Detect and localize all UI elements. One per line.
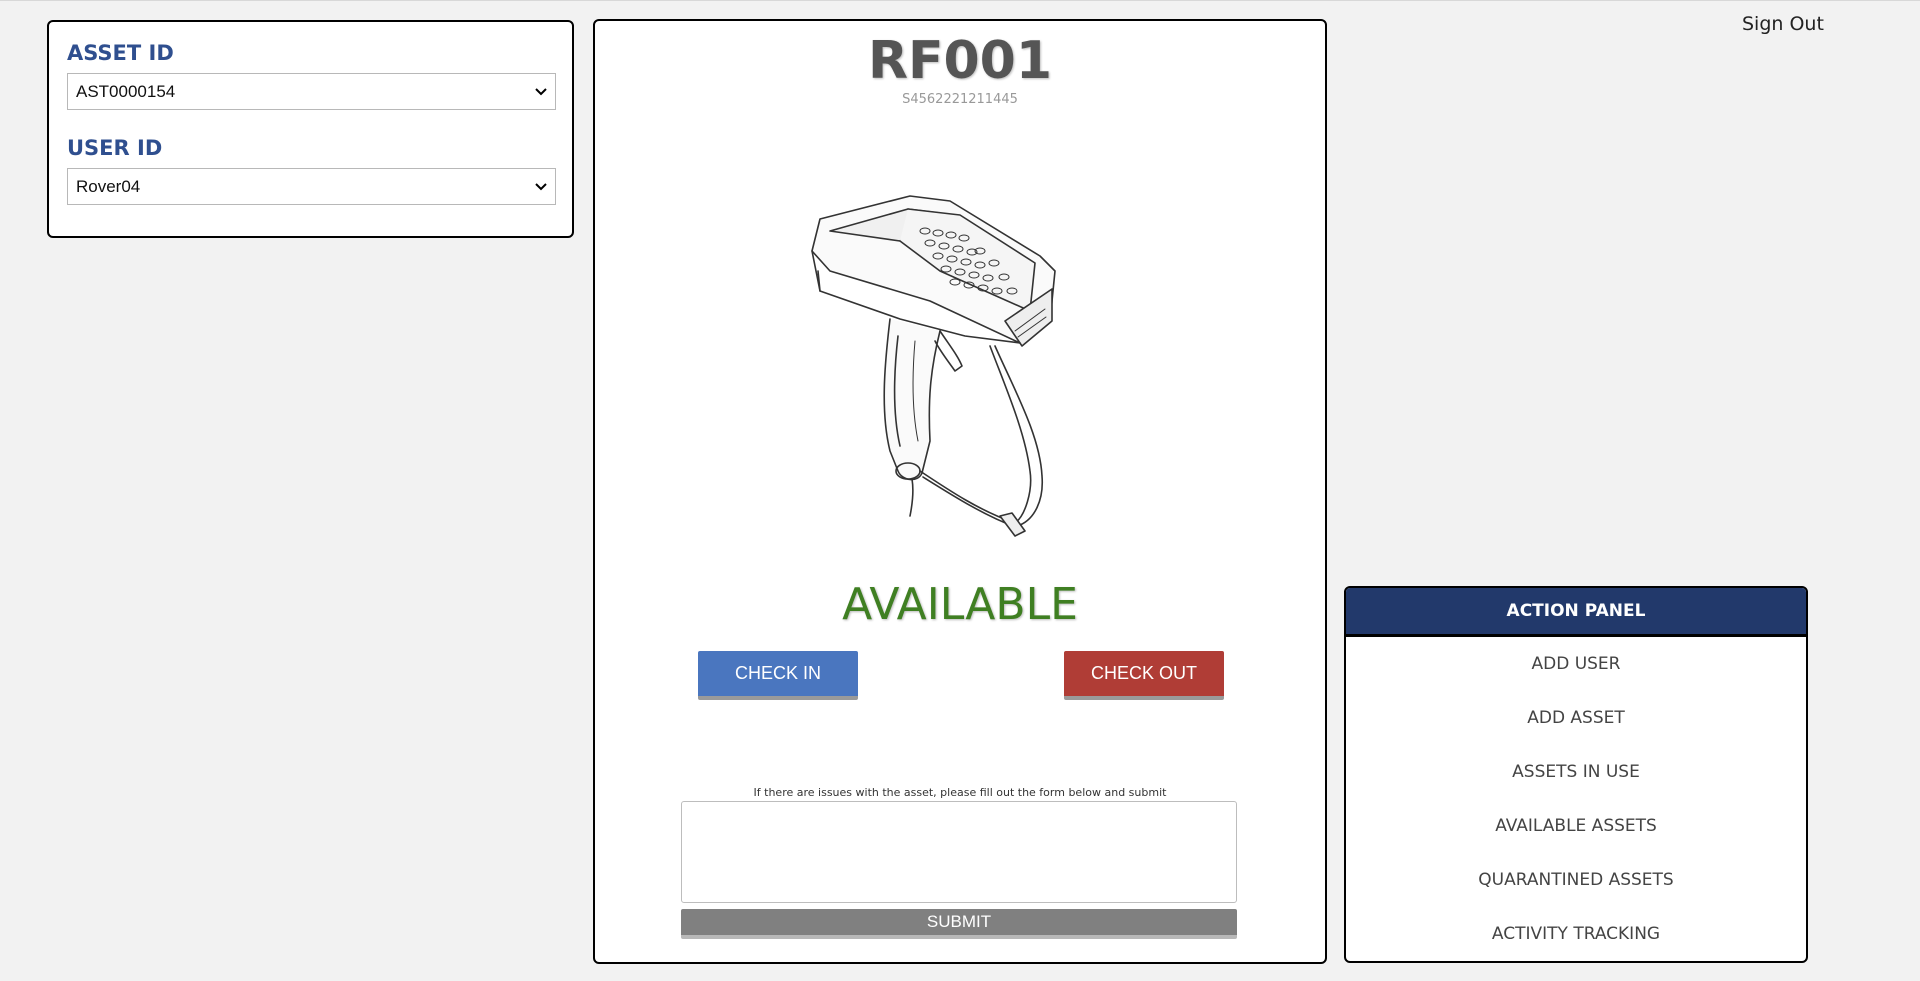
- user-id-value: Rover04: [76, 176, 141, 196]
- check-out-button[interactable]: CHECK OUT: [1064, 651, 1224, 700]
- asset-id-label: ASSET ID: [67, 41, 174, 65]
- chevron-down-icon: [535, 182, 547, 190]
- handheld-scanner-illustration: [811, 195, 1056, 537]
- action-available-assets[interactable]: AVAILABLE ASSETS: [1346, 799, 1806, 853]
- selector-panel: ASSET ID AST0000154 USER ID Rover04: [47, 20, 574, 238]
- action-add-user[interactable]: ADD USER: [1346, 637, 1806, 691]
- user-id-label: USER ID: [67, 136, 163, 160]
- issue-form-hint: If there are issues with the asset, plea…: [753, 786, 1167, 799]
- action-activity-tracking[interactable]: ACTIVITY TRACKING: [1346, 907, 1806, 961]
- asset-id-value: AST0000154: [76, 81, 176, 101]
- issue-textarea[interactable]: [681, 801, 1237, 903]
- asset-id-select[interactable]: AST0000154: [67, 73, 556, 110]
- submit-button[interactable]: SUBMIT: [681, 909, 1237, 939]
- check-in-button[interactable]: CHECK IN: [698, 651, 858, 700]
- action-list: ADD USER ADD ASSET ASSETS IN USE AVAILAB…: [1346, 637, 1806, 961]
- page: ASSET ID AST0000154 USER ID Rover04 RF00…: [0, 0, 1920, 981]
- action-panel-title: ACTION PANEL: [1346, 588, 1806, 637]
- asset-card: RF001 S4562221211445 AVAILABLE CHECK IN …: [593, 19, 1327, 964]
- action-add-asset[interactable]: ADD ASSET: [1346, 691, 1806, 745]
- asset-serial: S4562221211445: [902, 92, 1018, 107]
- asset-name: RF001: [867, 31, 1053, 91]
- action-assets-in-use[interactable]: ASSETS IN USE: [1346, 745, 1806, 799]
- sign-out-link[interactable]: Sign Out: [1742, 13, 1824, 35]
- asset-status: AVAILABLE: [842, 579, 1078, 630]
- user-id-select[interactable]: Rover04: [67, 168, 556, 205]
- action-panel: ACTION PANEL ADD USER ADD ASSET ASSETS I…: [1344, 586, 1808, 963]
- chevron-down-icon: [535, 87, 547, 95]
- action-quarantined-assets[interactable]: QUARANTINED ASSETS: [1346, 853, 1806, 907]
